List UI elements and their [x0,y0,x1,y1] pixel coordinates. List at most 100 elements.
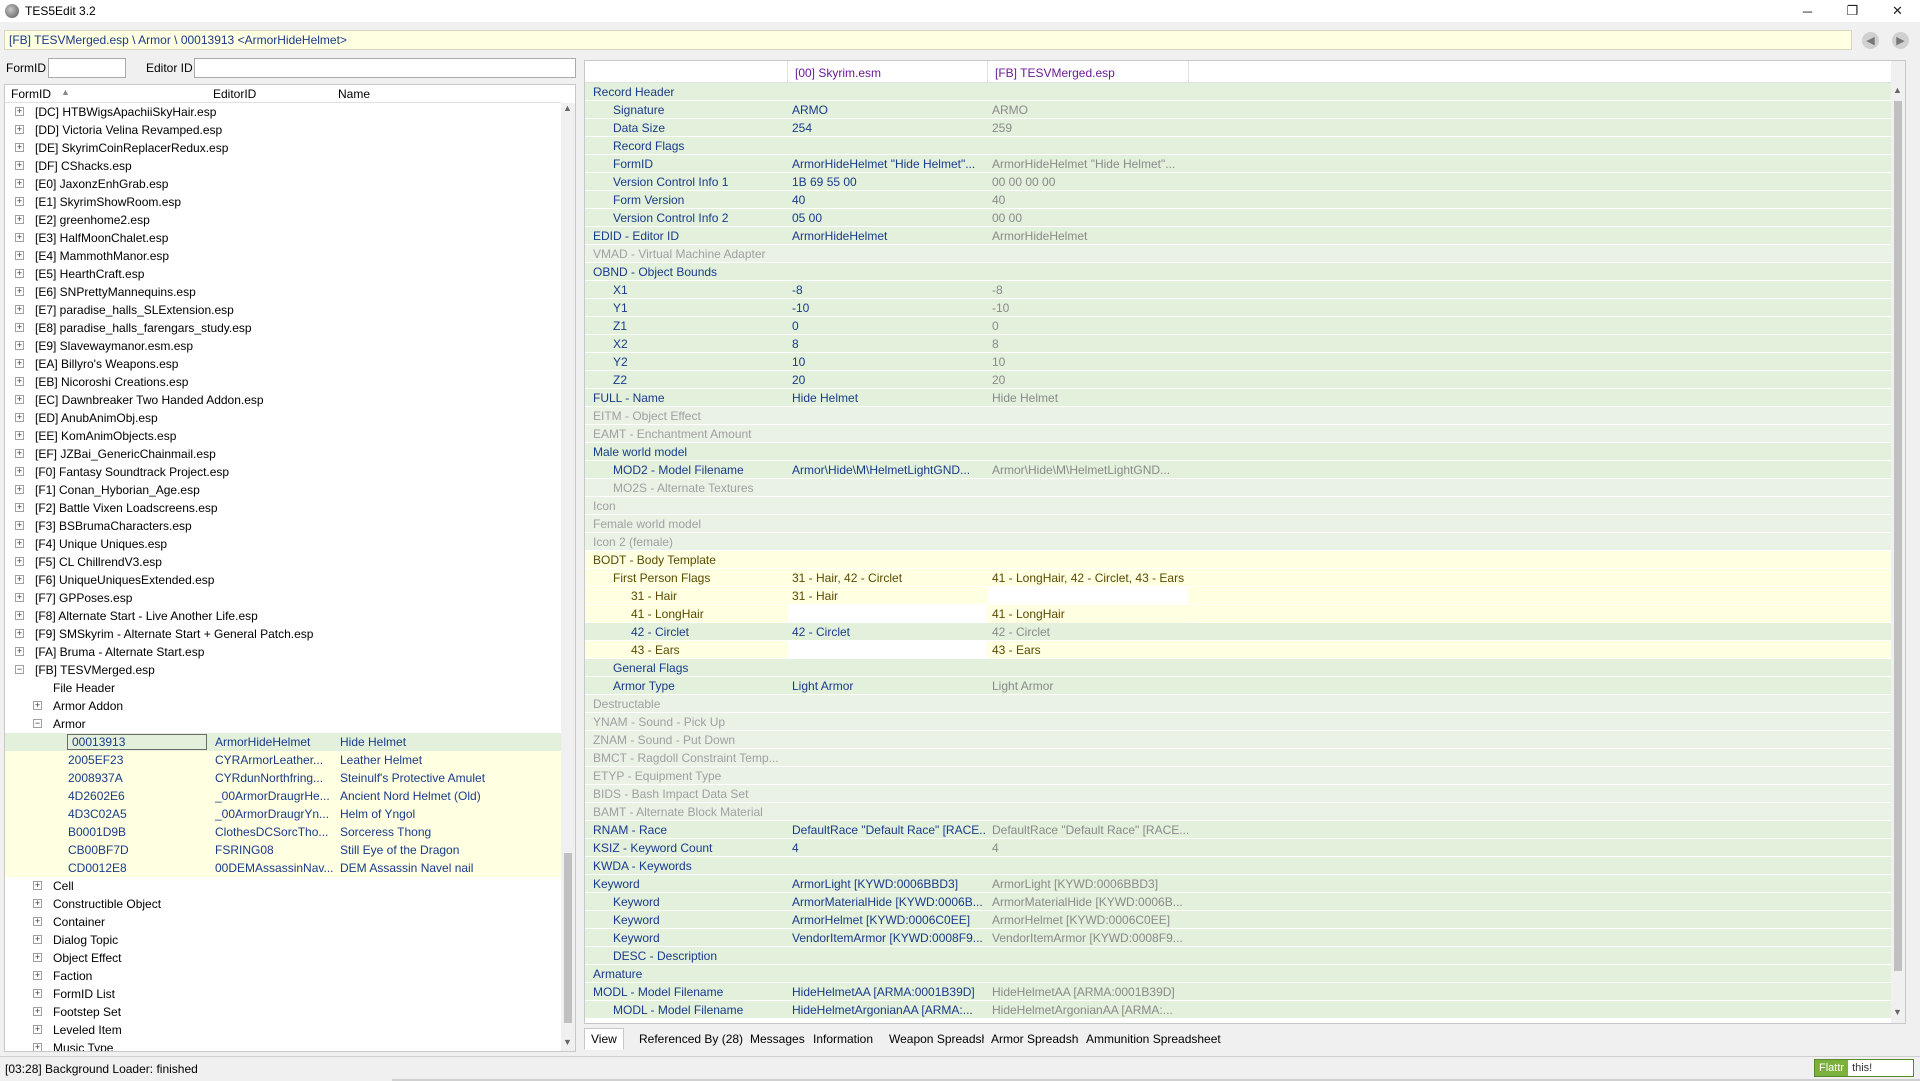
grid-scrollbar[interactable]: ▲ ▼ [1891,61,1905,1023]
skyrim-esm-value[interactable]: Light Armor [788,677,987,695]
tree-item-group[interactable]: + Faction [5,967,561,985]
skyrim-esm-value[interactable] [788,947,987,965]
tesvmerged-esp-value[interactable] [988,965,1188,983]
tesvmerged-esp-value[interactable]: 00 00 [988,209,1188,227]
tesvmerged-esp-value[interactable]: 40 [988,191,1188,209]
expand-icon[interactable]: + [15,305,24,314]
skyrim-esm-value[interactable] [788,479,987,497]
tree-item-plugin[interactable]: + [DC] HTBWigsApachiiSkyHair.esp [5,103,561,121]
tree-item-plugin[interactable]: + [E2] greenhome2.esp [5,211,561,229]
skyrim-esm-value[interactable] [788,695,987,713]
grid-row[interactable]: BAMT - Alternate Block Material [585,803,1891,821]
grid-row[interactable]: VMAD - Virtual Machine Adapter [585,245,1891,263]
skyrim-esm-value[interactable] [788,515,987,533]
expand-icon[interactable]: + [15,467,24,476]
grid-row[interactable]: 41 - LongHair 41 - LongHair [585,605,1891,623]
tab-ammunition-spreadsheet[interactable]: Ammunition Spreadsheet [1079,1028,1228,1050]
tree-item-plugin[interactable]: + [ED] AnubAnimObj.esp [5,409,561,427]
expand-icon[interactable]: + [15,215,24,224]
tree-item-plugin[interactable]: − [FB] TESVMerged.esp [5,661,561,679]
tree-item-plugin[interactable]: + [E3] HalfMoonChalet.esp [5,229,561,247]
grid-row[interactable]: Z2 20 20 [585,371,1891,389]
grid-row[interactable]: EDID - Editor ID ArmorHideHelmet ArmorHide… [585,227,1891,245]
tree-item-group[interactable]: + FormID List [5,985,561,1003]
grid-row[interactable]: X2 8 8 [585,335,1891,353]
expand-icon[interactable]: + [15,485,24,494]
tesvmerged-esp-value[interactable] [988,551,1188,569]
expand-icon[interactable]: + [15,431,24,440]
tesvmerged-esp-value[interactable]: 10 [988,353,1188,371]
expand-icon[interactable]: + [15,197,24,206]
skyrim-esm-value[interactable]: -10 [788,299,987,317]
grid-row[interactable]: Keyword ArmorHelmet [KYWD:0006C0EE] ArmorH… [585,911,1891,929]
grid-row[interactable]: MODL - Model Filename HideHelmetAA [ARMA:… [585,983,1891,1001]
grid-row[interactable]: 31 - Hair 31 - Hair [585,587,1891,605]
tesvmerged-esp-value[interactable] [988,731,1188,749]
skyrim-esm-value[interactable]: 05 00 [788,209,987,227]
grid-row[interactable]: BMCT - Ragdoll Constraint Temp... [585,749,1891,767]
tree-item-record[interactable]: 4D3C02A5 _00ArmorDraugrYn... Helm of Yngol [5,805,561,823]
scroll-down-icon[interactable]: ▼ [563,1037,572,1047]
tree-item-plugin[interactable]: + [E0] JaxonzEnhGrab.esp [5,175,561,193]
tesvmerged-esp-value[interactable]: -10 [988,299,1188,317]
grid-row[interactable]: Keyword ArmorMaterialHide [KYWD:0006B... A… [585,893,1891,911]
grid-row[interactable]: Male world model [585,443,1891,461]
grid-row[interactable]: 42 - Circlet 42 - Circlet 42 - Circlet [585,623,1891,641]
grid-row[interactable]: ETYP - Equipment Type [585,767,1891,785]
skyrim-esm-value[interactable]: 4 [788,839,987,857]
tree-item-plugin[interactable]: + [FA] Bruma - Alternate Start.esp [5,643,561,661]
grid-row[interactable]: Data Size 254 259 [585,119,1891,137]
skyrim-esm-value[interactable] [788,965,987,983]
collapse-icon[interactable]: − [33,719,42,728]
skyrim-esm-value[interactable]: -8 [788,281,987,299]
expand-icon[interactable]: + [15,251,24,260]
expand-icon[interactable]: + [15,575,24,584]
skyrim-esm-value[interactable] [788,659,987,677]
tesvmerged-esp-value[interactable]: 20 [988,371,1188,389]
tesvmerged-esp-value[interactable]: ArmorMaterialHide [KYWD:0006B... [988,893,1188,911]
grid-row[interactable]: MO2S - Alternate Textures [585,479,1891,497]
grid-row[interactable]: Form Version 40 40 [585,191,1891,209]
tree-item-group[interactable]: + Armor Addon [5,697,561,715]
expand-icon[interactable]: + [15,557,24,566]
skyrim-esm-value[interactable]: DefaultRace "Default Race" [RACE... [788,821,987,839]
tree-item-plugin[interactable]: + [F5] CL ChillrendV3.esp [5,553,561,571]
grid-row[interactable]: General Flags [585,659,1891,677]
tree-item-plugin[interactable]: + [DD] Victoria Velina Revamped.esp [5,121,561,139]
skyrim-esm-value[interactable]: ARMO [788,101,987,119]
tree-item-plugin[interactable]: + [E6] SNPrettyMannequins.esp [5,283,561,301]
tree-item-plugin[interactable]: + [DF] CShacks.esp [5,157,561,175]
tesvmerged-esp-value[interactable]: Armor\Hide\M\HelmetLightGND... [988,461,1188,479]
tesvmerged-esp-value[interactable]: ARMO [988,101,1188,119]
grid-row[interactable]: KWDA - Keywords [585,857,1891,875]
skyrim-esm-value[interactable] [788,551,987,569]
tab-messages[interactable]: Messages [743,1028,812,1050]
tree-col-formid[interactable]: FormID [11,87,51,101]
tesvmerged-esp-value[interactable]: -8 [988,281,1188,299]
skyrim-esm-value[interactable]: ArmorHideHelmet "Hide Helmet"... [788,155,987,173]
skyrim-esm-value[interactable] [788,731,987,749]
tesvmerged-esp-value[interactable] [988,263,1188,281]
skyrim-esm-value[interactable]: 1B 69 55 00 [788,173,987,191]
tree-item-plugin[interactable]: + [EA] Billyro's Weapons.esp [5,355,561,373]
skyrim-esm-value[interactable]: 20 [788,371,987,389]
grid-row[interactable]: FULL - Name Hide Helmet Hide Helmet [585,389,1891,407]
grid-col-tesvmerged-esp[interactable]: [FB] TESVMerged.esp [995,66,1115,80]
tesvmerged-esp-value[interactable] [988,515,1188,533]
tree-item-plugin[interactable]: + [E4] MammothManor.esp [5,247,561,265]
tesvmerged-esp-value[interactable] [988,587,1188,605]
tesvmerged-esp-value[interactable] [988,533,1188,551]
grid-scroll-up-icon[interactable]: ▲ [1893,85,1902,95]
tesvmerged-esp-value[interactable]: ArmorHideHelmet "Hide Helmet"... [988,155,1188,173]
grid-row[interactable]: Y2 10 10 [585,353,1891,371]
grid-row[interactable]: Icon [585,497,1891,515]
back-arrow-icon[interactable]: ◀ [1862,32,1879,49]
expand-icon[interactable]: + [15,323,24,332]
skyrim-esm-value[interactable] [788,803,987,821]
tree-item-record[interactable]: CD0012E8 00DEMAssassinNav... DEM Assassin … [5,859,561,877]
tree-item-plugin[interactable]: + [E8] paradise_halls_farengars_study.esp [5,319,561,337]
expand-icon[interactable]: + [15,395,24,404]
tesvmerged-esp-value[interactable] [988,407,1188,425]
skyrim-esm-value[interactable]: 254 [788,119,987,137]
tree-item-group[interactable]: + Footstep Set [5,1003,561,1021]
